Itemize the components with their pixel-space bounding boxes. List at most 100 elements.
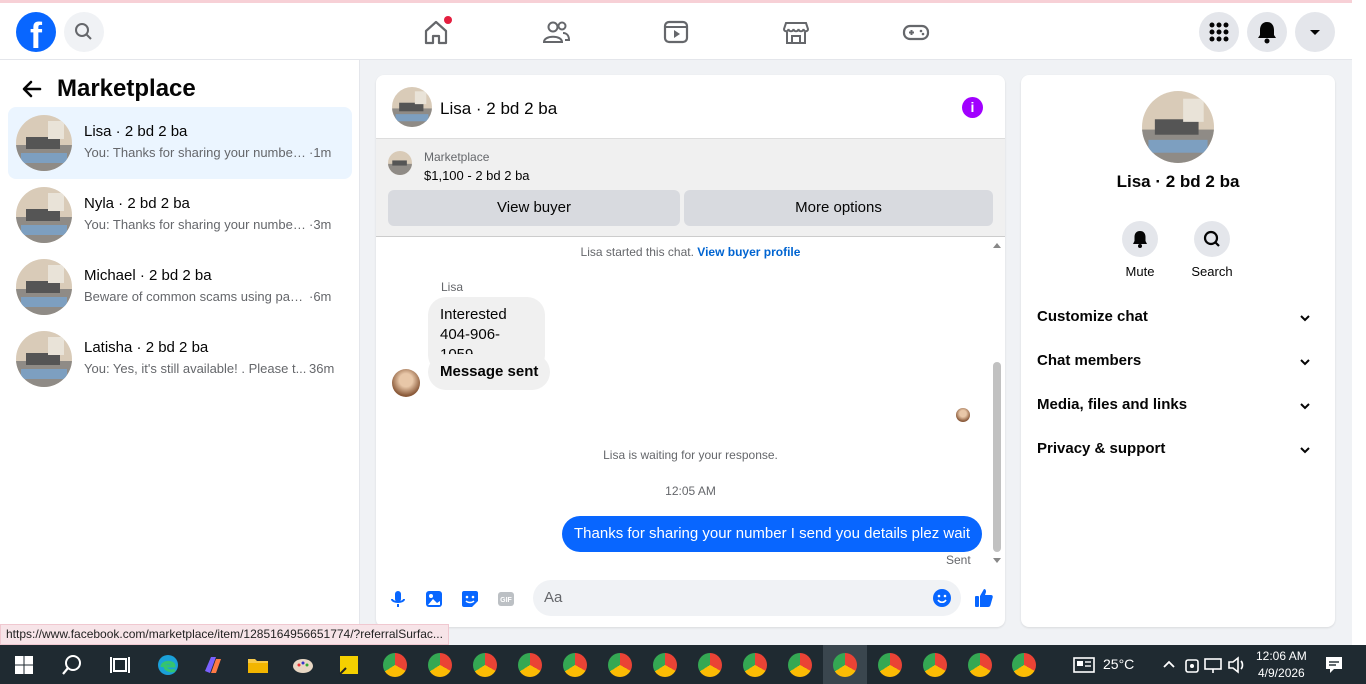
- chat-details-panel: Lisa · 2 bd 2 ba Mute Search Customize c…: [1021, 75, 1335, 627]
- waiting-notice: Lisa is waiting for your response.: [603, 448, 778, 462]
- chrome-profile-icon[interactable]: [518, 653, 542, 677]
- thumbs-up-icon[interactable]: [973, 587, 995, 609]
- chrome-profile-icon[interactable]: [788, 653, 812, 677]
- view-buyer-profile-link[interactable]: View buyer profile: [697, 245, 800, 259]
- chrome-icon[interactable]: [1012, 653, 1036, 677]
- chrome-profile-icon[interactable]: [923, 653, 947, 677]
- microphone-icon[interactable]: [388, 589, 408, 609]
- taskbar-date[interactable]: 4/9/2026: [1258, 666, 1305, 680]
- task-view-icon[interactable]: [108, 653, 132, 677]
- conversation-item[interactable]: Lisa · 2 bd 2 ba You: Thanks for sharing…: [8, 107, 352, 179]
- listing-avatar: [16, 187, 72, 243]
- chrome-profile-icon[interactable]: [833, 653, 857, 677]
- chat-title[interactable]: Lisa · 2 bd 2 ba: [440, 99, 557, 119]
- profile-avatar[interactable]: [1142, 91, 1214, 163]
- media-files-links-section[interactable]: Media, files and links: [1037, 396, 1319, 420]
- conversation-item[interactable]: Michael · 2 bd 2 ba Beware of common sca…: [8, 251, 352, 323]
- chat-members-section[interactable]: Chat members: [1037, 352, 1319, 376]
- search-icon: [75, 23, 92, 40]
- privacy-support-section[interactable]: Privacy & support: [1037, 440, 1319, 464]
- marketplace-icon[interactable]: [781, 17, 811, 47]
- network-icon[interactable]: [1202, 653, 1226, 677]
- news-widget-icon[interactable]: [1072, 653, 1096, 677]
- search-label: Search: [1191, 264, 1233, 279]
- conversation-item[interactable]: Latisha · 2 bd 2 ba You: Yes, it's still…: [8, 323, 352, 395]
- file-explorer-icon[interactable]: [246, 653, 270, 677]
- show-hidden-icons-chevron-icon[interactable]: [1157, 653, 1181, 677]
- section-label: Privacy & support: [1037, 440, 1166, 457]
- chevron-down-icon: [1300, 403, 1310, 410]
- notifications-icon: [1258, 22, 1276, 44]
- home-notification-dot: [444, 16, 452, 24]
- paint-icon[interactable]: [291, 653, 315, 677]
- watch-icon[interactable]: [661, 17, 691, 47]
- chrome-profile-icon[interactable]: [383, 653, 407, 677]
- listing-banner: Marketplace $1,100 - 2 bd 2 ba View buye…: [376, 139, 1005, 237]
- taskbar-time[interactable]: 12:06 AM: [1256, 649, 1307, 663]
- sender-name: Lisa: [441, 280, 464, 294]
- incoming-message-bubble[interactable]: Message sent: [428, 354, 551, 390]
- menu-button[interactable]: [1199, 12, 1239, 52]
- outgoing-message-bubble[interactable]: Thanks for sharing your number I send yo…: [562, 516, 983, 552]
- marketplace-inbox-sidebar: Marketplace Lisa · 2 bd 2 ba You: Thanks…: [0, 60, 360, 645]
- chat-avatar[interactable]: [392, 87, 432, 127]
- gaming-icon[interactable]: [901, 17, 931, 47]
- page-scrollbar[interactable]: [1352, 0, 1366, 645]
- emoji-icon[interactable]: [932, 588, 952, 608]
- sent-status: Sent: [946, 553, 971, 567]
- chrome-profile-icon[interactable]: [743, 653, 767, 677]
- chat-scrollbar[interactable]: [990, 240, 1004, 567]
- chat-started-text: Lisa started this chat.: [580, 245, 694, 259]
- svg-text:GIF: GIF: [500, 597, 512, 604]
- friends-icon[interactable]: [541, 17, 571, 47]
- chrome-profile-icon[interactable]: [968, 653, 992, 677]
- facebook-logo[interactable]: f: [16, 12, 56, 56]
- volume-icon[interactable]: [1225, 653, 1249, 677]
- listing-avatar: [16, 259, 72, 315]
- message-composer: GIF Aa: [376, 577, 1005, 621]
- edge-icon[interactable]: [156, 653, 180, 677]
- mute-button[interactable]: Mute: [1110, 221, 1170, 279]
- chrome-profile-icon[interactable]: [878, 653, 902, 677]
- conversation-name: Lisa · 2 bd 2 ba: [84, 123, 188, 140]
- chrome-profile-icon[interactable]: [608, 653, 632, 677]
- message-list: Lisa started this chat. View buyer profi…: [376, 237, 1005, 567]
- conversation-preview: You: Yes, it's still available! . Please…: [84, 361, 307, 376]
- weather-temperature[interactable]: 25°C: [1103, 656, 1134, 672]
- security-icon[interactable]: [1180, 653, 1204, 677]
- copilot-icon[interactable]: [201, 653, 225, 677]
- chrome-profile-icon[interactable]: [563, 653, 587, 677]
- listing-price[interactable]: $1,100 - 2 bd 2 ba: [424, 168, 530, 183]
- chrome-profile-icon[interactable]: [473, 653, 497, 677]
- search-button[interactable]: [64, 12, 104, 52]
- listing-label: Marketplace: [424, 150, 490, 164]
- view-buyer-button[interactable]: View buyer: [388, 190, 680, 226]
- mute-label: Mute: [1125, 264, 1155, 279]
- message-timestamp: 12:05 AM: [665, 484, 716, 498]
- customize-chat-section[interactable]: Customize chat: [1037, 308, 1319, 332]
- gif-icon[interactable]: GIF: [496, 589, 516, 609]
- sticker-icon[interactable]: [460, 589, 480, 609]
- conversation-item[interactable]: Nyla · 2 bd 2 ba You: Thanks for sharing…: [8, 179, 352, 251]
- message-input[interactable]: Aa: [533, 580, 961, 616]
- conversation-name: Michael · 2 bd 2 ba: [84, 267, 212, 284]
- info-icon[interactable]: i: [962, 97, 983, 118]
- windows-start-icon[interactable]: [12, 653, 36, 677]
- section-label: Customize chat: [1037, 308, 1148, 325]
- notification-center-icon[interactable]: [1322, 653, 1346, 677]
- search-conversation-button[interactable]: Search: [1182, 221, 1242, 279]
- account-button[interactable]: [1295, 12, 1335, 52]
- incoming-message-line: Interested: [440, 306, 507, 323]
- chrome-profile-icon[interactable]: [428, 653, 452, 677]
- chevron-down-icon: [1300, 447, 1310, 454]
- chrome-profile-icon[interactable]: [698, 653, 722, 677]
- more-options-button[interactable]: More options: [684, 190, 993, 226]
- back-arrow-icon[interactable]: [20, 77, 44, 101]
- sender-avatar[interactable]: [392, 369, 420, 397]
- chrome-profile-icon[interactable]: [653, 653, 677, 677]
- sticky-notes-icon[interactable]: [337, 653, 361, 677]
- photo-icon[interactable]: [424, 589, 444, 609]
- listing-thumbnail[interactable]: [388, 151, 412, 175]
- notifications-button[interactable]: [1247, 12, 1287, 52]
- taskbar-search-icon[interactable]: [60, 653, 84, 677]
